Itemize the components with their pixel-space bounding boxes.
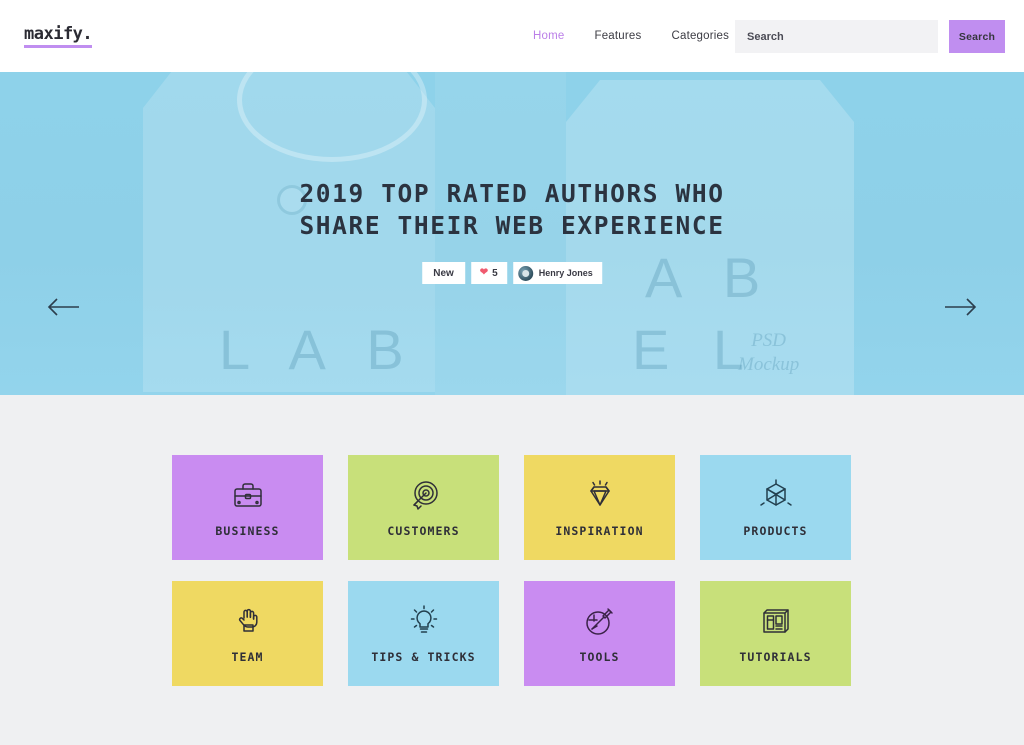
site-logo-text: maxify. [24, 24, 93, 44]
cube-icon [759, 478, 793, 512]
category-label: TUTORIALS [739, 649, 812, 664]
category-label: BUSINESS [215, 523, 280, 538]
category-label: TOOLS [579, 649, 620, 664]
category-tile-inspiration[interactable]: INSPIRATION [524, 455, 675, 560]
heart-icon: ❤ [479, 267, 489, 278]
category-label: CUSTOMERS [387, 523, 460, 538]
lightbulb-icon [407, 604, 441, 638]
logo-underline [24, 45, 92, 48]
hero-meta: New ❤ 5 Henry Jones [422, 262, 602, 284]
search-area: Search [735, 20, 1005, 53]
diamond-icon [583, 478, 617, 512]
category-label: INSPIRATION [555, 523, 644, 538]
category-label: TEAM [231, 649, 264, 664]
nav-item-features[interactable]: Features [594, 30, 641, 42]
category-label: TIPS & TRICKS [371, 649, 476, 664]
search-button[interactable]: Search [949, 20, 1005, 53]
avatar [517, 265, 533, 281]
category-tile-business[interactable]: BUSINESS [172, 455, 323, 560]
likes-badge[interactable]: ❤ 5 [470, 262, 507, 284]
category-label: PRODUCTS [743, 523, 808, 538]
nav-item-categories[interactable]: Categories [671, 30, 729, 42]
category-tile-tips-tricks[interactable]: TIPS & TRICKS [348, 581, 499, 686]
badge-new[interactable]: New [422, 262, 465, 284]
blueprint-icon [759, 604, 793, 638]
hero-next-arrow-icon[interactable] [944, 295, 978, 319]
hero-title: 2019 TOP RATED AUTHORS WHO SHARE THEIR W… [299, 179, 725, 240]
author-badge[interactable]: Henry Jones [512, 262, 602, 284]
hand-icon [231, 604, 265, 638]
nav-item-home[interactable]: Home [533, 30, 564, 42]
site-logo[interactable]: maxify. [24, 24, 93, 44]
category-tile-team[interactable]: TEAM [172, 581, 323, 686]
category-tile-tools[interactable]: TOOLS [524, 581, 675, 686]
target-icon [407, 478, 441, 512]
compass-icon [583, 604, 617, 638]
hero-slider: L A B E L A B E L T A G PSD Mockup PSD M… [0, 72, 1024, 395]
site-header: maxify. Home Features Categories Contact… [0, 0, 1024, 72]
briefcase-icon [231, 478, 265, 512]
hero-prev-arrow-icon[interactable] [46, 295, 80, 319]
likes-count: 5 [492, 267, 498, 279]
category-tile-customers[interactable]: CUSTOMERS [348, 455, 499, 560]
category-grid: BUSINESS CUSTOMERS INSPIRATION PRODUCTS … [172, 455, 852, 686]
category-tile-tutorials[interactable]: TUTORIALS [700, 581, 851, 686]
search-input[interactable] [735, 20, 938, 53]
author-name: Henry Jones [538, 268, 593, 278]
category-tile-products[interactable]: PRODUCTS [700, 455, 851, 560]
hero-content: 2019 TOP RATED AUTHORS WHO SHARE THEIR W… [0, 72, 1024, 395]
